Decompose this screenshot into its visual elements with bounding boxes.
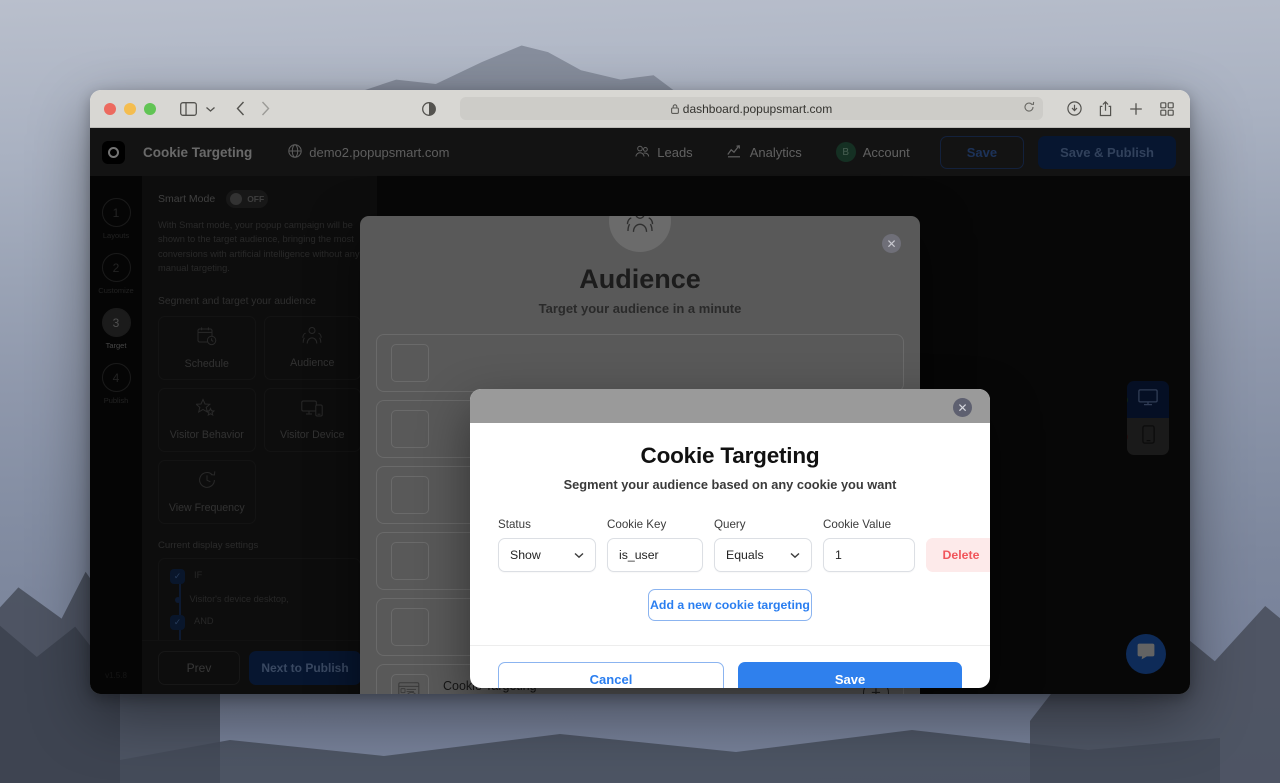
cookie-rule-form: Status Cookie Key Query Cookie Value Sho… [498,518,990,621]
nav-forward-button[interactable] [261,101,270,116]
url-value: dashboard.popupsmart.com [682,101,833,116]
label-delete-spacer [926,518,990,531]
label-cookie-key: Cookie Key [607,518,667,531]
share-icon[interactable] [1099,100,1112,117]
label-query: Query [714,518,746,531]
cookie-modal-body: Cookie Targeting Segment your audience b… [470,423,990,621]
cookie-browser-icon [391,674,429,694]
cookie-modal-footer: Cancel Save [470,645,990,688]
placeholder-icon [391,542,429,580]
sidebar-toggle-icon[interactable] [180,101,197,116]
cookie-key-value: is_user [619,548,659,562]
chevron-down-icon[interactable] [205,105,216,113]
browser-toolbar: dashboard.popupsmart.com [90,90,1190,128]
browser-toolbar-actions [1067,100,1174,117]
cookie-key-input[interactable]: is_user [607,538,703,572]
reader-mode-icon[interactable] [422,101,436,116]
placeholder-icon [391,608,429,646]
reload-icon[interactable] [1023,100,1035,118]
close-icon[interactable]: ✕ [882,234,901,253]
window-traffic-lights [104,102,156,115]
new-tab-icon[interactable] [1129,102,1143,116]
downloads-icon[interactable] [1067,101,1082,116]
query-select[interactable]: Equals [714,538,812,572]
cookie-targeting-modal: ✕ Cookie Targeting Segment your audience… [470,389,990,688]
cookie-value-value: 1 [835,548,842,562]
audience-people-icon [609,216,671,252]
label-cookie-value: Cookie Value [823,518,892,531]
query-select-value: Equals [726,548,764,562]
tab-overview-icon[interactable] [1160,101,1174,116]
placeholder-icon [391,476,429,514]
delete-button[interactable]: Delete [926,538,990,572]
close-icon[interactable]: ✕ [953,398,972,417]
minimize-window-button[interactable] [124,102,136,115]
chevron-down-icon [574,548,584,562]
status-select[interactable]: Show [498,538,596,572]
audience-modal-subtitle: Target your audience in a minute [538,301,742,316]
save-button[interactable]: Save [738,662,962,688]
placeholder-icon [391,410,429,448]
delete-rule-button-wrap: Delete [926,538,990,572]
page-title: Cookie Targeting [640,443,820,468]
table-row: Show is_user Equals 1 Delete [498,538,990,572]
address-bar-text: dashboard.popupsmart.com [670,101,833,116]
status-select-value: Show [510,548,541,562]
placeholder-icon [391,344,429,382]
list-item[interactable] [376,334,904,392]
lock-icon [670,103,679,114]
nav-back-button[interactable] [236,101,245,116]
cookie-form-labels: Status Cookie Key Query Cookie Value [498,518,962,531]
address-bar[interactable]: dashboard.popupsmart.com [460,97,1043,120]
cookie-value-input[interactable]: 1 [823,538,915,572]
wallpaper-mountain-peak [350,45,680,95]
page-subtitle: Segment your audience based on any cooki… [563,477,897,492]
maximize-window-button[interactable] [144,102,156,115]
audience-modal-title: Audience [579,264,701,294]
chevron-down-icon [790,548,800,562]
label-status: Status [498,518,531,531]
cookie-modal-topbar: ✕ [470,389,990,423]
browser-window: dashboard.popupsmart.com Cookie T [90,90,1190,694]
popupsmart-app: Cookie Targeting demo2.popupsmart.com Le… [90,128,1190,694]
close-window-button[interactable] [104,102,116,115]
cancel-button[interactable]: Cancel [498,662,724,688]
add-cookie-targeting-button[interactable]: Add a new cookie targeting [648,589,812,621]
